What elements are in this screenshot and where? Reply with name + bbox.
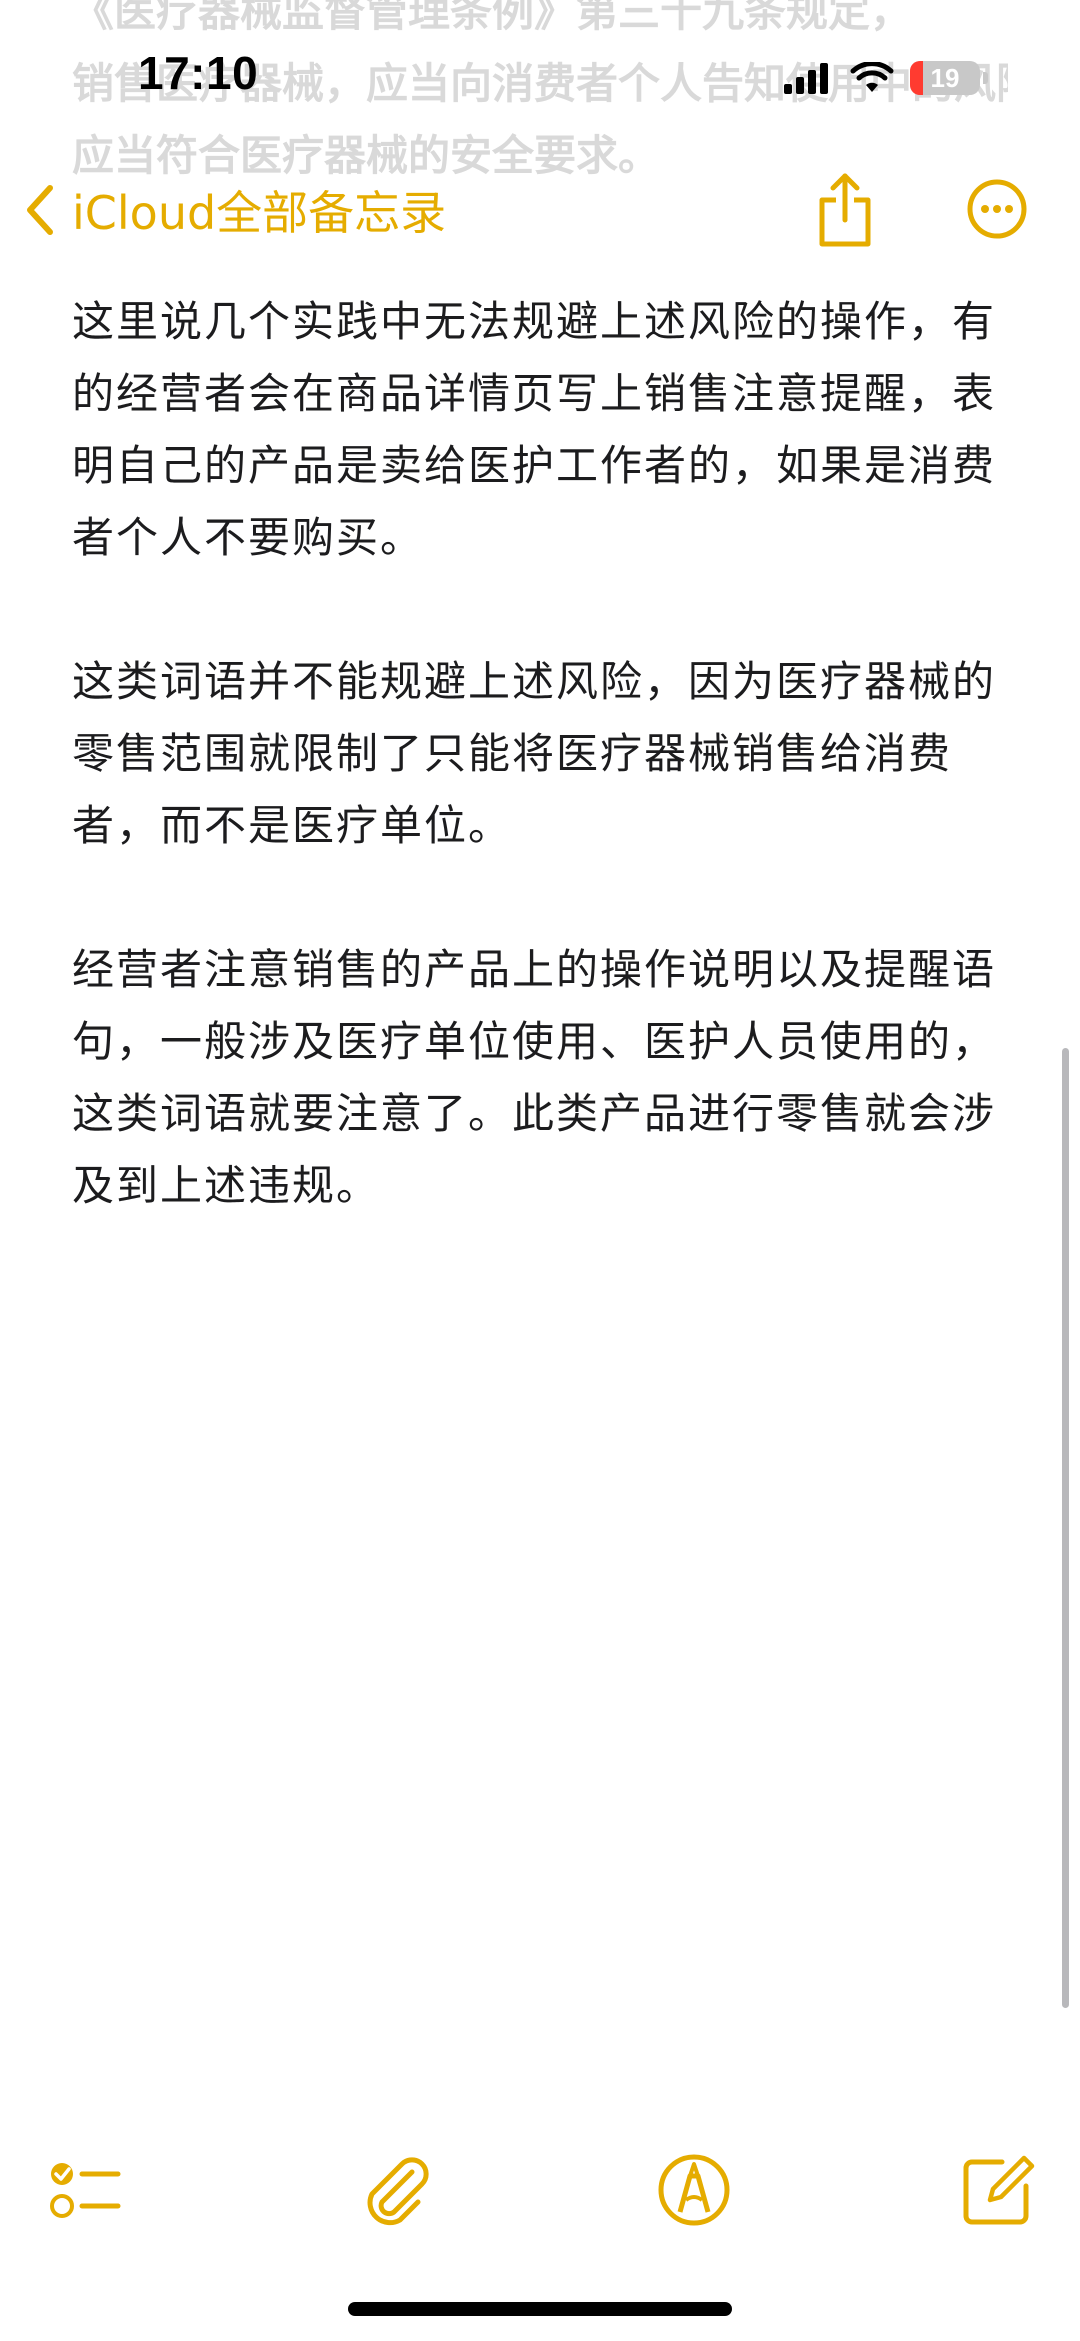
note-body[interactable]: 这里说几个实践中无法规避上述风险的操作，有的经营者会在商品详情页写上销售注意提醒… bbox=[72, 286, 1012, 1294]
status-icons: 19 bbox=[784, 58, 988, 98]
nav-bar: iCloud全部备忘录 bbox=[0, 150, 1080, 270]
status-bar: 17:10 19 bbox=[0, 0, 1080, 150]
battery-cap bbox=[983, 72, 988, 84]
cellular-signal-icon bbox=[784, 62, 832, 94]
battery-icon: 19 bbox=[910, 61, 980, 95]
note-paragraph[interactable]: 这类词语并不能规避上述风险，因为医疗器械的零售范围就限制了只能将医疗器械销售给消… bbox=[72, 646, 1012, 862]
wifi-icon bbox=[850, 62, 894, 92]
share-icon[interactable] bbox=[814, 170, 876, 250]
battery-percentage: 19 bbox=[930, 63, 960, 93]
status-time: 17:10 bbox=[138, 47, 259, 99]
note-paragraph[interactable]: 经营者注意销售的产品上的操作说明以及提醒语句，一般涉及医疗单位使用、医护人员使用… bbox=[72, 934, 1012, 1222]
checklist-icon[interactable] bbox=[46, 2150, 126, 2230]
back-button[interactable]: iCloud全部备忘录 bbox=[22, 178, 446, 242]
note-paragraph[interactable]: 这里说几个实践中无法规避上述风险的操作，有的经营者会在商品详情页写上销售注意提醒… bbox=[72, 286, 1012, 574]
vertical-scrollbar[interactable] bbox=[1062, 1048, 1069, 2008]
ellipsis-circle-icon[interactable] bbox=[966, 178, 1028, 240]
paperclip-icon[interactable] bbox=[356, 2150, 436, 2230]
pen-markup-icon[interactable] bbox=[654, 2150, 734, 2230]
compose-icon[interactable] bbox=[958, 2150, 1038, 2230]
chevron-left-icon bbox=[27, 185, 53, 235]
bottom-toolbar bbox=[0, 2140, 1080, 2240]
home-indicator[interactable] bbox=[348, 2302, 732, 2316]
back-label: iCloud全部备忘录 bbox=[72, 186, 447, 240]
